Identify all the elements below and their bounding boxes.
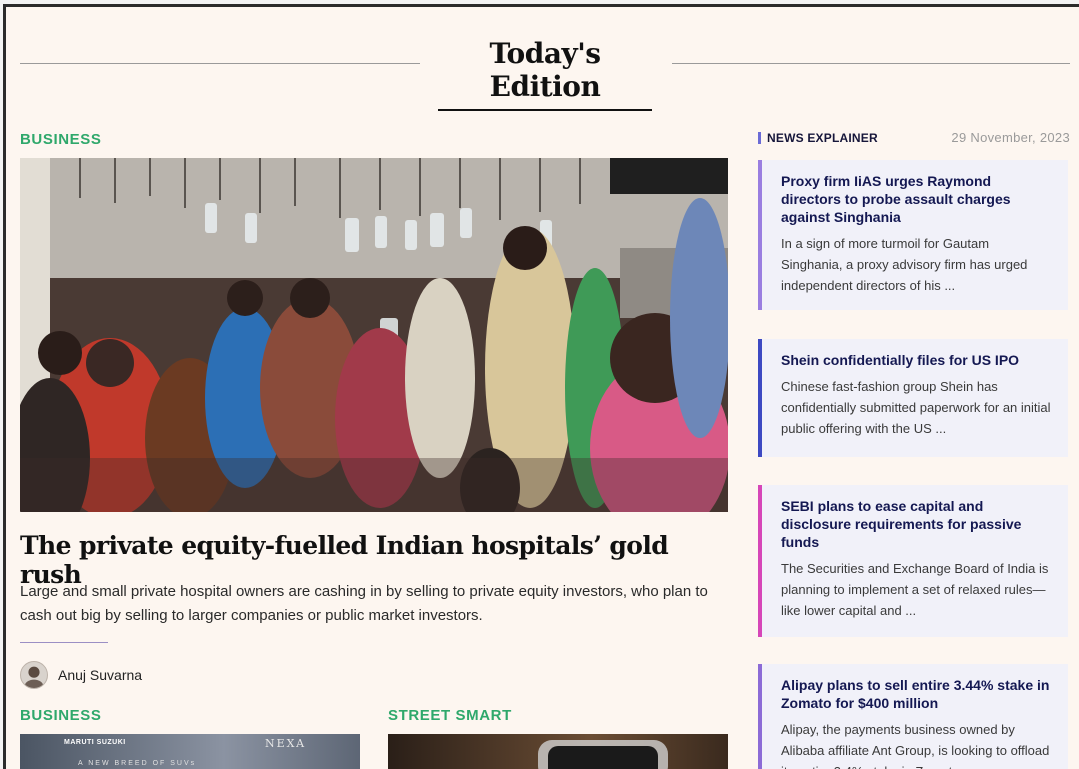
header-rule-left	[20, 63, 420, 64]
page-title: Today's Edition	[438, 37, 652, 111]
explainer-card-title[interactable]: Shein confidentially files for US IPO	[781, 351, 1054, 369]
edition-header: Today's Edition	[20, 37, 1070, 111]
main-summary: Large and small private hospital owners …	[20, 583, 708, 624]
author-avatar	[20, 661, 48, 689]
summary-divider	[20, 642, 108, 643]
news-explainer-label[interactable]: NEWS EXPLAINER	[758, 131, 878, 145]
thumbnail-nexa-text: NEXA	[265, 737, 307, 750]
thumbnail-brand-text: MARUTI SUZUKI	[64, 739, 126, 746]
hero-image[interactable]	[20, 158, 728, 512]
explainer-card-title[interactable]: SEBI plans to ease capital and disclosur…	[781, 497, 1054, 551]
author-byline[interactable]: Anuj Suvarna	[20, 660, 142, 690]
explainer-card[interactable]: Shein confidentially files for US IPO Ch…	[758, 339, 1068, 457]
sub-article-thumbnail-2[interactable]	[388, 734, 728, 769]
explainer-card-text: The Securities and Exchange Board of Ind…	[781, 561, 1049, 618]
explainer-card-text: Chinese fast-fashion group Shein has con…	[781, 379, 1051, 436]
thumbnail-strap-text: A NEW BREED OF SUVs	[78, 760, 197, 767]
page-frame: Today's Edition BUSINESS The private equ…	[3, 4, 1079, 769]
explainer-card-text: In a sign of more turmoil for Gautam Sin…	[781, 236, 1028, 293]
section-tag-street-smart[interactable]: STREET SMART	[388, 707, 512, 724]
explainer-card[interactable]: Proxy firm IiAS urges Raymond directors …	[758, 160, 1068, 310]
section-tag-business[interactable]: BUSINESS	[20, 131, 102, 148]
sub-article-thumbnail-1[interactable]: MARUTI SUZUKI NEXA A NEW BREED OF SUVs	[20, 734, 360, 769]
explainer-card-title[interactable]: Proxy firm IiAS urges Raymond directors …	[781, 172, 1054, 226]
news-explainer-header: NEWS EXPLAINER 29 November, 2023	[758, 129, 1070, 149]
hospital-ward-photo	[20, 158, 728, 512]
phone-photo	[538, 740, 668, 769]
explainer-card-title[interactable]: Alipay plans to sell entire 3.44% stake …	[781, 676, 1054, 712]
section-tag-business-sub[interactable]: BUSINESS	[20, 707, 102, 724]
explainer-card[interactable]: Alipay plans to sell entire 3.44% stake …	[758, 664, 1068, 769]
news-explainer-date: 29 November, 2023	[951, 130, 1070, 145]
explainer-card[interactable]: SEBI plans to ease capital and disclosur…	[758, 485, 1068, 637]
person-icon	[24, 666, 44, 688]
explainer-card-text: Alipay, the payments business owned by A…	[781, 722, 1050, 769]
author-name[interactable]: Anuj Suvarna	[58, 667, 142, 683]
header-rule-right	[672, 63, 1070, 64]
